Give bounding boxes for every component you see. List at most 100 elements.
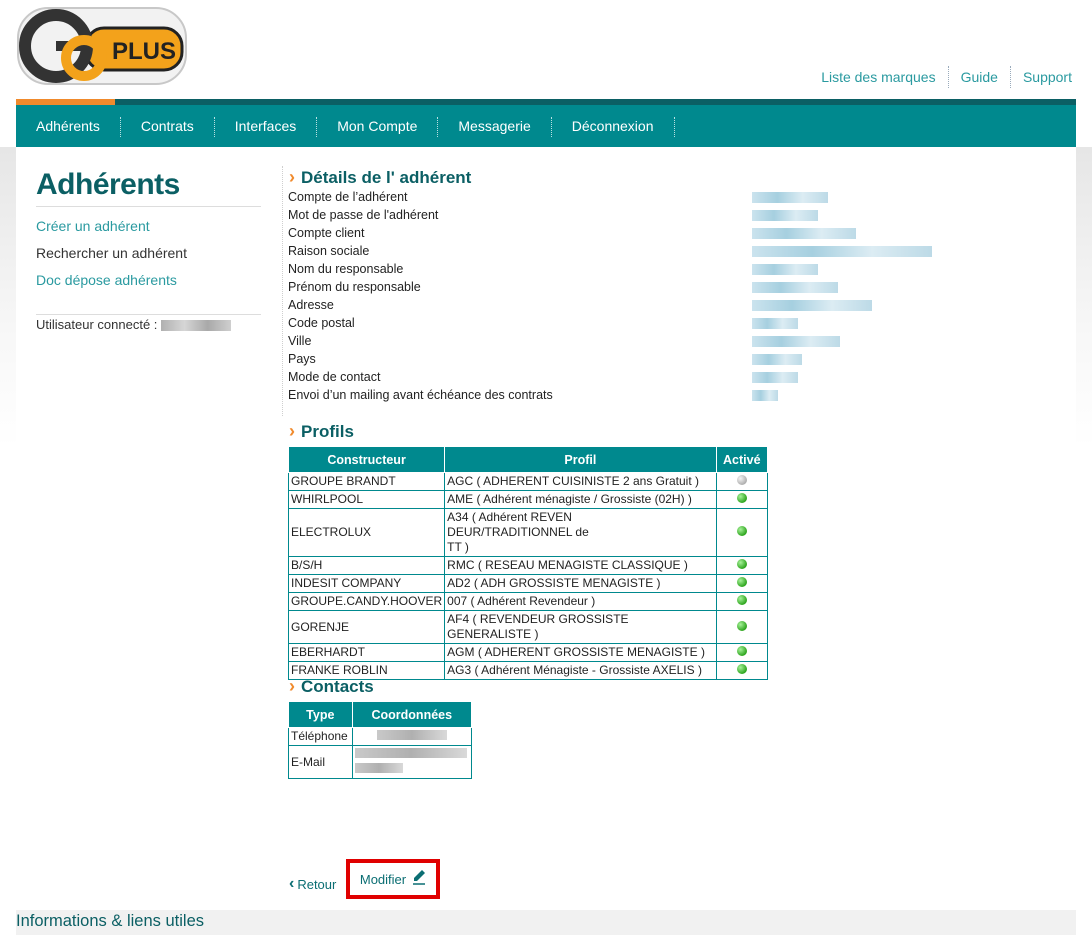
footer-title: Informations & liens utiles (16, 912, 205, 930)
sidebar-link-rechercher[interactable]: Rechercher un adhérent (36, 245, 187, 261)
contact-type: Téléphone (288, 727, 353, 746)
details-heading: › Détails de l' adhérent (289, 167, 471, 188)
profil-cell: A34 ( Adhérent REVEN DEUR/TRADITIONNEL d… (444, 508, 717, 557)
status-active-icon (736, 577, 747, 587)
status-active-icon (736, 493, 747, 503)
chevron-right-icon: › (289, 676, 295, 696)
constructeur-cell: B/S/H (287, 556, 446, 575)
details-heading-text: Détails de l' adhérent (301, 167, 472, 187)
field-label: Prénom du responsable (288, 280, 421, 294)
table-row: WHIRLPOOL AME ( Adhérent ménagiste / Gros… (287, 490, 769, 509)
active-cell (715, 574, 769, 593)
divider (36, 314, 261, 315)
sidebar-title: Adhérents (36, 168, 180, 201)
nav-deconnexion[interactable]: Déconnexion (552, 105, 675, 147)
status-active-icon (736, 559, 747, 569)
redacted-value (752, 300, 872, 311)
status-active-icon (736, 620, 747, 631)
status-active-icon (736, 595, 747, 605)
active-cell (715, 643, 769, 662)
field-label: Nom du responsable (288, 262, 404, 276)
redacted-value (752, 192, 828, 203)
profil-cell: 007 ( Adhérent Revendeur ) (444, 592, 717, 611)
redacted-value (752, 210, 818, 221)
chevron-right-icon: › (289, 421, 295, 441)
modifier-button[interactable]: Modifier (346, 859, 440, 899)
profil-cell: AD2 ( ADH GROSSISTE MENAGISTE ) (444, 574, 717, 593)
profil-cell: AF4 ( REVENDEUR GROSSISTE GENERALISTE ) (444, 610, 717, 644)
connected-user: Utilisateur connecté : (36, 317, 232, 332)
col-constructeur: Constructeur (287, 446, 446, 473)
table-row: INDESIT COMPANY AD2 ( ADH GROSSISTE MENAG… (287, 574, 769, 593)
constructeur-cell: INDESIT COMPANY (287, 574, 446, 593)
table-row: B/S/H RMC ( RESEAU MENAGISTE CLASSIQUE ) (287, 556, 769, 575)
main-nav: Adhérents Contrats Interfaces Mon Compte… (16, 99, 1076, 147)
status-active-icon (736, 646, 747, 656)
retour-label: Retour (297, 876, 337, 892)
sidebar-link-doc[interactable]: Doc dépose adhérents (36, 272, 177, 288)
active-cell (715, 661, 769, 680)
redacted-value (752, 228, 856, 239)
redacted-value (752, 264, 818, 275)
separator (1009, 66, 1011, 88)
active-cell (715, 508, 769, 557)
chevron-left-icon: ‹ (289, 875, 295, 892)
nav-contrats[interactable]: Contrats (121, 105, 215, 147)
field-label: Compte de l’adhérent (288, 190, 408, 204)
active-cell (715, 610, 769, 644)
field-label: Mode de contact (288, 370, 381, 384)
field-label: Compte client (288, 226, 365, 240)
link-guide[interactable]: Guide (961, 67, 998, 87)
pencil-icon (412, 869, 426, 890)
field-label: Mot de passe de l'adhérent (288, 208, 439, 222)
footer: Informations & liens utiles (16, 910, 1076, 935)
constructeur-cell: GROUPE BRANDT (287, 472, 446, 491)
constructeur-cell: EBERHARDT (287, 643, 446, 662)
profil-cell: AGC ( ADHERENT CUISINISTE 2 ans Gratuit … (444, 472, 717, 491)
field-label: Ville (288, 334, 312, 348)
constructeur-cell: GORENJE (287, 610, 446, 644)
divider (36, 206, 261, 207)
profil-cell: AGM ( ADHERENT GROSSISTE MENAGISTE ) (444, 643, 717, 662)
profils-heading-text: Profils (301, 421, 354, 441)
table-row: EBERHARDT AGM ( ADHERENT GROSSISTE MENAGI… (287, 643, 769, 662)
connected-user-label: Utilisateur connecté : (36, 317, 158, 332)
profil-cell: AME ( Adhérent ménagiste / Grossiste (02… (444, 490, 717, 509)
contacts-heading: › Contacts (289, 676, 374, 697)
field-label: Raison sociale (288, 244, 370, 258)
profil-cell: AG3 ( Adhérent Ménagiste - Grossiste AXE… (444, 661, 717, 680)
table-row: Téléphone (288, 727, 473, 746)
status-inactive-icon (736, 475, 747, 485)
nav-adherents[interactable]: Adhérents (16, 105, 121, 147)
constructeur-cell: WHIRLPOOL (287, 490, 446, 509)
chevron-right-icon: › (289, 167, 295, 187)
sidebar-link-creer[interactable]: Créer un adhérent (36, 218, 150, 234)
modifier-label: Modifier (359, 871, 407, 887)
constructeur-cell: ELECTROLUX (287, 508, 446, 557)
table-row: GROUPE.CANDY.HOOVER 007 ( Adhérent Revend… (287, 592, 769, 611)
active-cell (715, 592, 769, 611)
active-cell (715, 556, 769, 575)
status-active-icon (736, 664, 747, 674)
active-cell (715, 490, 769, 509)
link-liste-marques[interactable]: Liste des marques (821, 67, 935, 87)
nav-mon-compte[interactable]: Mon Compte (317, 105, 439, 147)
redacted-value (752, 354, 802, 365)
contacts-heading-text: Contacts (301, 676, 374, 696)
redacted-value (752, 246, 932, 257)
active-cell (715, 472, 769, 491)
nav-interfaces[interactable]: Interfaces (215, 105, 318, 147)
status-active-icon (736, 526, 747, 536)
retour-button[interactable]: ‹ Retour (289, 875, 336, 893)
gc-plus-logo[interactable]: PLUS (16, 6, 188, 86)
link-support[interactable]: Support (1023, 67, 1072, 87)
column-divider (282, 166, 283, 416)
redacted-value (752, 390, 778, 401)
field-label: Adresse (288, 298, 334, 312)
nav-messagerie[interactable]: Messagerie (438, 105, 553, 147)
redacted-value (752, 336, 840, 347)
contacts-table: Type Coordonnées Téléphone E-Mail (288, 701, 473, 779)
col-coordonnees: Coordonnées (351, 701, 473, 728)
table-row: GORENJE AF4 ( REVENDEUR GROSSISTE GENERAL… (287, 610, 769, 644)
field-label: Envoi d’un mailing avant échéance des co… (288, 388, 553, 402)
